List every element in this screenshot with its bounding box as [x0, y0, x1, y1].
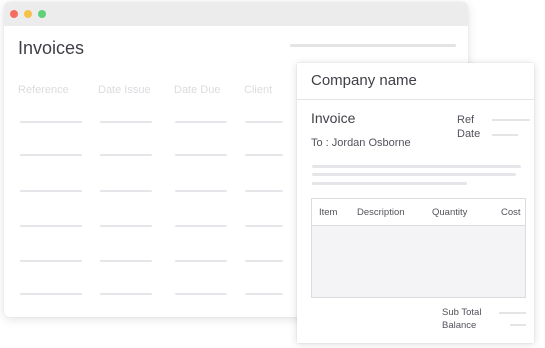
- column-header-reference[interactable]: Reference: [18, 84, 69, 96]
- balance-value-placeholder: [510, 324, 526, 326]
- description-column-header: Description: [357, 207, 405, 218]
- cell-placeholder: [100, 293, 152, 295]
- items-table-header: Item Description Quantity Cost: [312, 199, 525, 226]
- balance-label: Balance: [442, 320, 477, 331]
- title-placeholder-line: [290, 44, 456, 47]
- date-value-placeholder: [492, 134, 518, 136]
- window-titlebar: [4, 2, 468, 26]
- cell-placeholder: [20, 260, 82, 262]
- column-header-date-issue[interactable]: Date Issue: [98, 84, 151, 96]
- card-divider: [297, 99, 534, 100]
- date-label: Date: [457, 128, 481, 140]
- subtotal-value-placeholder: [499, 312, 526, 314]
- invoice-items-table: Item Description Quantity Cost: [311, 198, 526, 298]
- close-window-button[interactable]: [10, 10, 18, 18]
- text-placeholder-line: [312, 173, 516, 176]
- cost-column-header: Cost: [501, 207, 521, 218]
- items-table-body: [312, 226, 525, 297]
- cell-placeholder: [245, 121, 283, 123]
- column-header-date-due[interactable]: Date Due: [174, 84, 220, 96]
- cell-placeholder: [20, 190, 82, 192]
- column-header-client[interactable]: Client: [244, 84, 272, 96]
- cell-placeholder: [245, 260, 283, 262]
- cell-placeholder: [175, 121, 227, 123]
- cell-placeholder: [20, 154, 82, 156]
- cell-placeholder: [20, 225, 82, 227]
- maximize-window-button[interactable]: [38, 10, 46, 18]
- cell-placeholder: [245, 225, 283, 227]
- cell-placeholder: [245, 190, 283, 192]
- invoice-recipient: To : Jordan Osborne: [311, 137, 411, 149]
- cell-placeholder: [175, 190, 227, 192]
- company-name: Company name: [311, 72, 417, 89]
- cell-placeholder: [245, 154, 283, 156]
- item-column-header: Item: [319, 207, 338, 218]
- cell-placeholder: [175, 260, 227, 262]
- cell-placeholder: [245, 293, 283, 295]
- page-title: Invoices: [18, 38, 85, 58]
- minimize-window-button[interactable]: [24, 10, 32, 18]
- cell-placeholder: [175, 293, 227, 295]
- subtotal-label: Sub Total: [442, 307, 482, 318]
- invoice-preview-card: Company name Invoice To : Jordan Osborne…: [297, 63, 534, 343]
- ref-label: Ref: [457, 114, 475, 126]
- cell-placeholder: [175, 225, 227, 227]
- cell-placeholder: [100, 225, 152, 227]
- cell-placeholder: [100, 154, 152, 156]
- cell-placeholder: [20, 121, 82, 123]
- cell-placeholder: [100, 121, 152, 123]
- quantity-column-header: Quantity: [432, 207, 468, 218]
- cell-placeholder: [175, 154, 227, 156]
- cell-placeholder: [100, 260, 152, 262]
- text-placeholder-line: [312, 182, 467, 185]
- cell-placeholder: [100, 190, 152, 192]
- ref-value-placeholder: [492, 119, 530, 121]
- invoice-title: Invoice: [311, 110, 356, 126]
- text-placeholder-line: [312, 165, 521, 168]
- cell-placeholder: [20, 293, 82, 295]
